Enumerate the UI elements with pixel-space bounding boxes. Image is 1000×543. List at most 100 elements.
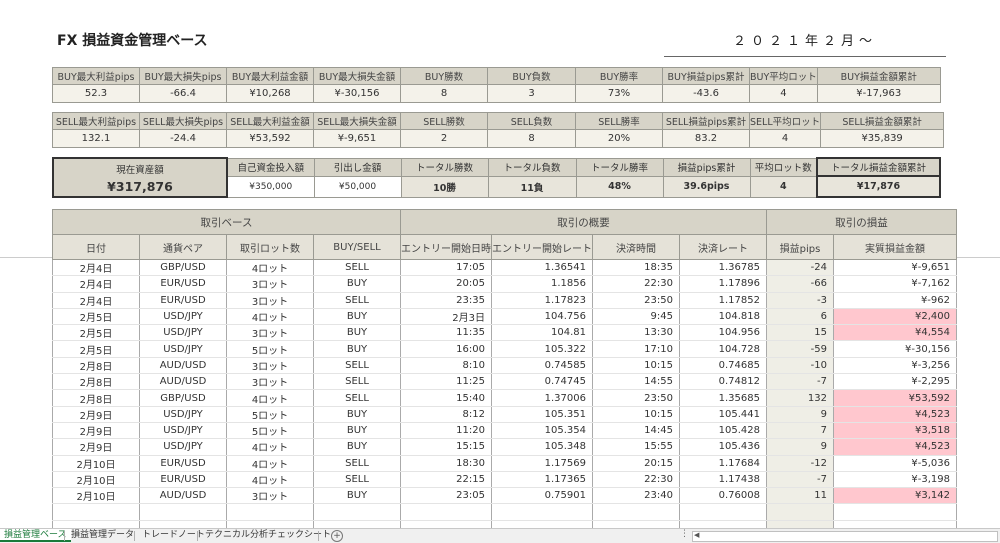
table-cell[interactable]: USD/JPY xyxy=(139,438,227,456)
table-cell[interactable] xyxy=(833,503,957,521)
table-cell[interactable] xyxy=(139,503,227,521)
buy-stat-value[interactable]: 3 xyxy=(487,84,576,103)
table-cell[interactable]: 9 xyxy=(766,438,834,456)
sheet-tab-technical-check[interactable]: テクニカル分析チェックシート xyxy=(201,529,335,542)
table-cell[interactable]: 3ロット xyxy=(226,487,314,505)
table-cell[interactable]: ¥-30,156 xyxy=(833,340,957,358)
table-cell[interactable] xyxy=(491,503,593,521)
sell-stat-value[interactable]: 4 xyxy=(748,129,822,148)
table-cell[interactable]: 18:35 xyxy=(592,259,680,277)
table-cell[interactable]: 4ロット xyxy=(226,259,314,277)
withdraw-value[interactable]: ¥50,000 xyxy=(313,175,402,198)
table-cell[interactable]: 1.36785 xyxy=(679,259,767,277)
table-cell[interactable] xyxy=(226,503,314,521)
table-cell[interactable]: 20:15 xyxy=(592,455,680,472)
table-cell[interactable]: 3ロット xyxy=(226,373,314,391)
buy-stat-value[interactable]: ¥-17,963 xyxy=(816,84,941,103)
table-cell[interactable]: 0.74812 xyxy=(679,373,767,391)
table-cell[interactable]: 1.17852 xyxy=(679,292,767,309)
table-cell[interactable]: 2月8日 xyxy=(52,389,140,407)
table-cell[interactable]: 1.1856 xyxy=(491,275,593,293)
table-cell[interactable]: 10:15 xyxy=(592,406,680,423)
table-cell[interactable]: USD/JPY xyxy=(139,422,227,440)
sell-stat-value[interactable]: ¥35,839 xyxy=(820,129,945,148)
table-cell[interactable]: 2月10日 xyxy=(52,471,140,489)
buy-stat-value[interactable]: ¥10,268 xyxy=(226,84,314,103)
table-cell[interactable] xyxy=(592,503,680,521)
table-cell[interactable]: AUD/USD xyxy=(139,373,227,391)
buy-stat-value[interactable]: 52.3 xyxy=(52,84,140,103)
table-cell[interactable]: 9 xyxy=(766,406,834,423)
more-options-icon[interactable]: ⋮ xyxy=(680,529,689,539)
table-cell[interactable]: SELL xyxy=(313,292,401,309)
table-cell[interactable]: 15:15 xyxy=(400,438,492,456)
table-cell[interactable]: 1.17823 xyxy=(491,292,593,309)
table-cell[interactable]: ¥-5,036 xyxy=(833,455,957,472)
table-cell[interactable]: 1.37006 xyxy=(491,389,593,407)
table-cell[interactable]: 6 xyxy=(766,308,834,326)
table-cell[interactable]: 4ロット xyxy=(226,471,314,489)
sheet-tab-pnl-data[interactable]: 損益管理データ xyxy=(67,529,138,542)
table-cell[interactable]: SELL xyxy=(313,373,401,391)
buy-stat-value[interactable]: 8 xyxy=(400,84,488,103)
sell-stat-value[interactable]: 83.2 xyxy=(662,129,750,148)
table-cell[interactable]: 2月4日 xyxy=(52,292,140,309)
table-cell[interactable]: 104.81 xyxy=(491,324,593,342)
sell-stat-value[interactable]: ¥-9,651 xyxy=(313,129,401,148)
table-cell[interactable]: 16:00 xyxy=(400,340,492,358)
table-cell[interactable]: 0.75901 xyxy=(491,487,593,505)
table-cell[interactable]: 105.441 xyxy=(679,406,767,423)
table-cell[interactable]: 2月5日 xyxy=(52,324,140,342)
scroll-left-icon[interactable]: ◀ xyxy=(694,531,699,539)
table-cell[interactable]: 1.17569 xyxy=(491,455,593,472)
table-cell[interactable]: 105.351 xyxy=(491,406,593,423)
sell-stat-value[interactable]: -24.4 xyxy=(139,129,227,148)
table-cell[interactable]: -66 xyxy=(766,275,834,293)
table-cell[interactable]: 3ロット xyxy=(226,357,314,375)
table-cell[interactable]: 18:30 xyxy=(400,455,492,472)
table-cell[interactable]: SELL xyxy=(313,389,401,407)
table-cell[interactable]: 1.17365 xyxy=(491,471,593,489)
table-cell[interactable]: 5ロット xyxy=(226,406,314,423)
table-cell[interactable]: 105.322 xyxy=(491,340,593,358)
table-cell[interactable]: BUY xyxy=(313,422,401,440)
table-cell[interactable]: ¥-2,295 xyxy=(833,373,957,391)
table-cell[interactable]: 2月9日 xyxy=(52,422,140,440)
table-cell[interactable]: 2月9日 xyxy=(52,406,140,423)
sheet-tab-trade-note[interactable]: トレードノート xyxy=(138,529,209,542)
table-cell[interactable]: BUY xyxy=(313,438,401,456)
table-cell[interactable] xyxy=(679,503,767,521)
table-cell[interactable]: EUR/USD xyxy=(139,455,227,472)
table-cell[interactable]: BUY xyxy=(313,340,401,358)
table-cell[interactable]: 132 xyxy=(766,389,834,407)
table-cell[interactable]: ¥-3,256 xyxy=(833,357,957,375)
table-cell[interactable]: 8:10 xyxy=(400,357,492,375)
table-cell[interactable]: 105.428 xyxy=(679,422,767,440)
table-cell[interactable]: SELL xyxy=(313,455,401,472)
table-cell[interactable]: 15:55 xyxy=(592,438,680,456)
table-cell[interactable]: 104.728 xyxy=(679,340,767,358)
current-assets-cell[interactable]: 現在資産額 ¥317,876 xyxy=(52,157,228,198)
buy-stat-value[interactable]: ¥-30,156 xyxy=(313,84,401,103)
sell-stat-value[interactable]: ¥53,592 xyxy=(226,129,314,148)
table-cell[interactable]: ¥3,142 xyxy=(833,487,957,505)
table-cell[interactable]: ¥4,554 xyxy=(833,324,957,342)
table-cell[interactable]: ¥-9,651 xyxy=(833,259,957,277)
table-cell[interactable]: ¥4,523 xyxy=(833,438,957,456)
table-cell[interactable]: 22:15 xyxy=(400,471,492,489)
table-cell[interactable]: 2月9日 xyxy=(52,438,140,456)
table-cell[interactable]: 10:15 xyxy=(592,357,680,375)
table-cell[interactable]: ¥-7,162 xyxy=(833,275,957,293)
table-cell[interactable]: 11:20 xyxy=(400,422,492,440)
table-cell[interactable]: BUY xyxy=(313,275,401,293)
table-cell[interactable]: -7 xyxy=(766,373,834,391)
table-cell[interactable]: 2月3日 xyxy=(400,308,492,326)
sell-stat-value[interactable]: 8 xyxy=(487,129,576,148)
table-cell[interactable] xyxy=(400,503,492,521)
buy-stat-value[interactable]: -66.4 xyxy=(139,84,227,103)
table-cell[interactable]: EUR/USD xyxy=(139,275,227,293)
table-cell[interactable]: 14:45 xyxy=(592,422,680,440)
table-cell[interactable]: ¥-962 xyxy=(833,292,957,309)
table-cell[interactable]: 1.17896 xyxy=(679,275,767,293)
table-cell[interactable]: 8:12 xyxy=(400,406,492,423)
